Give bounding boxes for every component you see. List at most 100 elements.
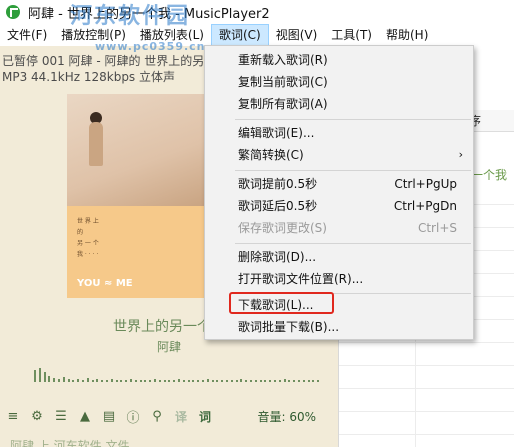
spectrum-bar (58, 379, 60, 382)
spectrum-bar (72, 380, 75, 382)
song-artist: 阿肆 (156, 340, 181, 354)
info-icon[interactable]: ⓘ (122, 406, 144, 426)
audio-format: MP3 44.1kHz 128kbps 立体声 (2, 70, 175, 84)
spectrum-bar (38, 368, 41, 382)
menu-item-copy-current-lyrics[interactable]: 复制当前歌词(C) (205, 71, 473, 93)
spectrum-bar (144, 380, 147, 382)
skin-icon[interactable]: ▲ (74, 406, 96, 426)
menu-item-shortcut: Ctrl+PgDn (393, 199, 457, 213)
spectrum-bar (149, 380, 152, 382)
spectrum-bar (86, 378, 89, 382)
spectrum-bar (254, 380, 257, 382)
spectrum-bar (211, 380, 214, 382)
album-cover-text: 世 界 上 的 另 一 个 我 · · · · (77, 218, 99, 258)
spectrum-bar (187, 380, 190, 382)
spectrum-bar (197, 380, 200, 382)
album-cover-title: YOU ≈ ME (77, 278, 133, 289)
table-row[interactable] (339, 435, 514, 447)
spectrum-bar (312, 380, 315, 382)
menu-item-lyrics-delay[interactable]: 歌词延后0.5秒 Ctrl+PgDn (205, 195, 473, 217)
spectrum-bar (168, 380, 171, 382)
search-icon[interactable]: ⚲ (146, 406, 168, 426)
spectrum-bar (307, 380, 310, 382)
spectrum-bar (302, 380, 305, 382)
spectrum-bar (235, 380, 238, 382)
spectrum-bar (106, 380, 108, 382)
spectrum-bar (269, 380, 272, 382)
menu-item-open-lyrics-location[interactable]: 打开歌词文件位置(R)... (205, 268, 473, 290)
menu-separator (235, 170, 471, 171)
translate-lyric-button[interactable]: 译 (170, 406, 192, 426)
spectrum-bar (202, 380, 204, 382)
volume-label[interactable]: 音量: 60% (257, 408, 316, 425)
menu-item-reload-lyrics[interactable]: 重新载入歌词(R) (205, 49, 473, 71)
lyrics-dropdown-menu: 重新载入歌词(R) 复制当前歌词(C) 复制所有歌词(A) 编辑歌词(E)...… (204, 45, 474, 340)
playlist-icon[interactable]: ▤ (98, 406, 120, 426)
spectrum-bar (293, 380, 296, 382)
table-row[interactable] (339, 389, 514, 412)
menu-item-label: 歌词延后0.5秒 (238, 199, 318, 213)
submenu-arrow-icon: › (458, 148, 463, 161)
spectrum-bar (283, 379, 286, 382)
menu-item-copy-all-lyrics[interactable]: 复制所有歌词(A) (205, 93, 473, 115)
menu-item-shortcut: Ctrl+S (417, 221, 457, 235)
spectrum-bar (91, 380, 94, 382)
spectrum-bar (206, 379, 209, 382)
spectrum-bar (53, 378, 56, 382)
menu-item-label: 繁简转换(C) (238, 148, 304, 162)
spectrum-bar (230, 380, 233, 382)
spectrum-bar (77, 379, 80, 382)
spectrum-bar (82, 380, 84, 382)
album-person (89, 122, 103, 166)
spectrum-bar (101, 380, 104, 382)
spectrum-bar (288, 380, 291, 382)
menu-item-convert-chinese[interactable]: 繁简转换(C) › (205, 144, 473, 166)
album-cover: 世 界 上 的 另 一 个 我 · · · · YOU ≈ ME (67, 94, 204, 298)
menu-playback[interactable]: 播放控制(P) (54, 24, 133, 46)
spectrum-visualizer (30, 368, 330, 382)
menu-separator (235, 119, 471, 120)
menu-view[interactable]: 视图(V) (269, 24, 325, 46)
title-bar: 阿肆 - 世界上的另一个我 - MusicPlayer2 (0, 0, 514, 24)
menu-playlist[interactable]: 播放列表(L) (133, 24, 211, 46)
menu-item-batch-download-lyrics[interactable]: 歌词批量下载(B)... (205, 316, 473, 338)
menu-icon[interactable]: ≡ (2, 406, 24, 426)
settings-icon[interactable]: ⚙ (26, 406, 48, 426)
table-row[interactable] (339, 412, 514, 435)
menu-file[interactable]: 文件(F) (0, 24, 54, 46)
download-lyrics-highlight (229, 292, 334, 314)
spectrum-bar (182, 380, 185, 382)
spectrum-bar (134, 380, 137, 382)
lyric-button[interactable]: 词 (194, 406, 216, 426)
menu-tools[interactable]: 工具(T) (324, 24, 379, 46)
menu-item-label: 重新载入歌词(R) (238, 53, 328, 67)
spectrum-bar (317, 380, 320, 382)
menu-item-label: 打开歌词文件位置(R)... (238, 272, 364, 286)
menu-item-delete-lyrics[interactable]: 删除歌词(D)... (205, 246, 473, 268)
table-row[interactable] (339, 366, 514, 389)
spectrum-bar (43, 372, 46, 382)
menu-item-lyrics-advance[interactable]: 歌词提前0.5秒 Ctrl+PgUp (205, 173, 473, 195)
menu-item-save-lyrics: 保存歌词更改(S) Ctrl+S (205, 217, 473, 239)
menu-lyrics[interactable]: 歌词(C) (210, 24, 269, 46)
bottom-lyric-line: 阿肆 上 河东软件 文件 (10, 439, 130, 447)
album-photo (67, 94, 204, 206)
spectrum-bar (298, 380, 300, 382)
spectrum-bar (173, 380, 176, 382)
spectrum-bar (125, 380, 128, 382)
spectrum-bar (48, 376, 51, 382)
menu-item-label: 复制当前歌词(C) (238, 75, 328, 89)
spectrum-bar (250, 380, 252, 382)
equalizer-icon[interactable]: ☰ (50, 406, 72, 426)
menu-item-edit-lyrics[interactable]: 编辑歌词(E)... (205, 122, 473, 144)
menu-item-label: 删除歌词(D)... (238, 250, 317, 264)
spectrum-bar (110, 379, 113, 382)
menu-item-label: 歌词提前0.5秒 (238, 177, 318, 191)
spectrum-bar (245, 380, 248, 382)
spectrum-bar (34, 370, 36, 382)
menu-separator (235, 243, 471, 244)
spectrum-bar (120, 380, 123, 382)
spectrum-bar (192, 380, 195, 382)
table-row[interactable] (339, 343, 514, 366)
menu-help[interactable]: 帮助(H) (379, 24, 435, 46)
